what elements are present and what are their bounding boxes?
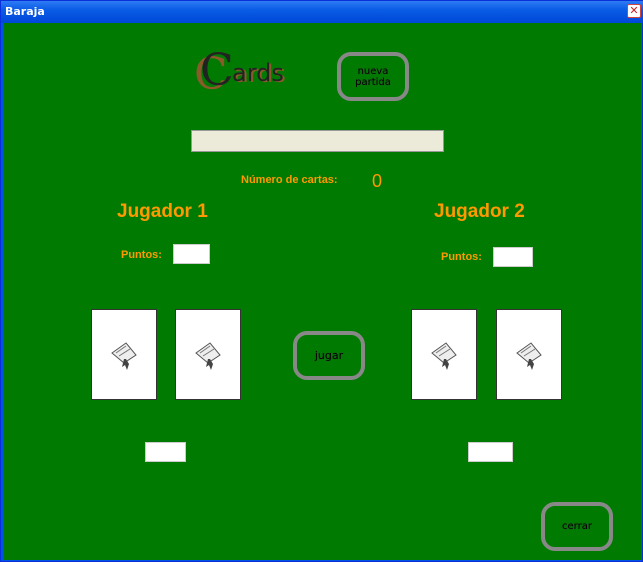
player1-title: Jugador 1: [117, 201, 208, 222]
player2-title: Jugador 2: [434, 201, 525, 222]
play-button[interactable]: jugar: [293, 331, 365, 380]
player1-card-2: [175, 309, 241, 400]
close-button[interactable]: cerrar: [541, 502, 613, 551]
new-game-button[interactable]: nueva partida: [337, 52, 409, 101]
card-count-label: Número de cartas:: [241, 174, 338, 186]
cards-logo: C ards: [196, 45, 296, 96]
logo-text: ards: [232, 59, 284, 87]
game-table: C ards nueva partida Número de cartas: 0…: [4, 23, 641, 560]
close-icon[interactable]: ✕: [627, 4, 641, 18]
player2-points-label: Puntos:: [441, 251, 482, 263]
status-text-field[interactable]: [191, 130, 444, 152]
player1-points-field[interactable]: [173, 244, 210, 264]
card-back-icon: [516, 341, 542, 370]
logo-letter: C: [200, 45, 234, 96]
player1-total-field[interactable]: [145, 442, 186, 462]
app-window: Baraja ✕ C ards nueva partida Número de …: [0, 0, 643, 562]
player1-card-1: [91, 309, 157, 400]
card-back-icon: [111, 341, 137, 370]
window-title: Baraja: [5, 5, 45, 18]
card-back-icon: [431, 341, 457, 370]
card-count-value: 0: [372, 171, 383, 191]
player2-card-2: [496, 309, 562, 400]
player2-points-field[interactable]: [493, 247, 533, 267]
player2-total-field[interactable]: [468, 442, 513, 462]
player1-points-label: Puntos:: [121, 249, 162, 261]
card-back-icon: [195, 341, 221, 370]
title-bar[interactable]: Baraja ✕: [1, 1, 643, 23]
player2-card-1: [411, 309, 477, 400]
